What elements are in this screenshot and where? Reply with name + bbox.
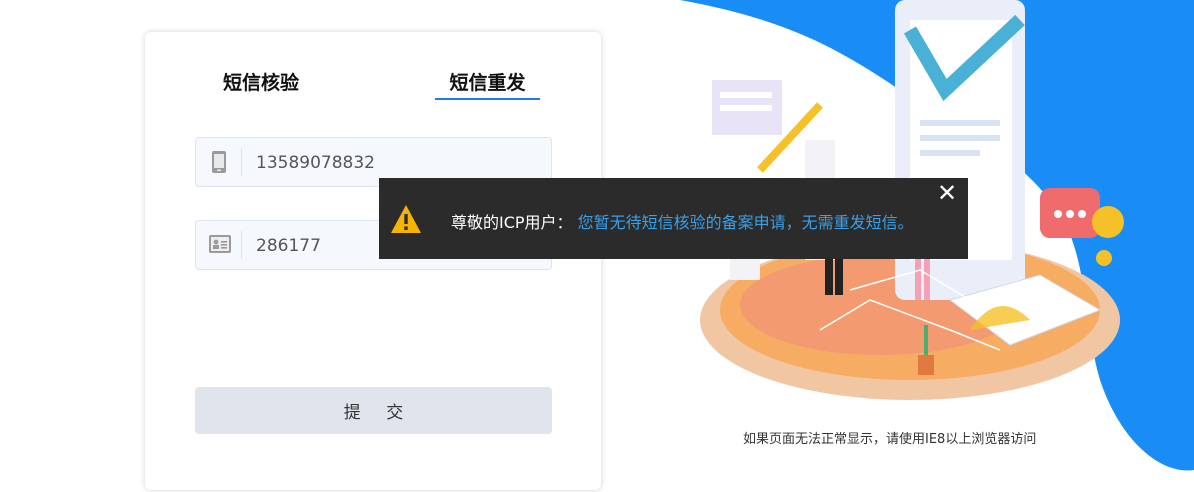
toast-lead: 尊敬的ICP用户：	[451, 213, 573, 232]
browser-hint: 如果页面无法正常显示，请使用IE8以上浏览器访问	[743, 432, 1037, 447]
toast-body: 您暂无待短信核验的备案申请，无需重发短信。	[577, 213, 914, 232]
tab-sms-verify[interactable]: 短信核验	[219, 68, 303, 95]
tab-sms-resend[interactable]: 短信重发	[435, 68, 540, 100]
toast-message: 尊敬的ICP用户： 您暂无待短信核验的备案申请，无需重发短信。	[451, 209, 914, 233]
close-icon[interactable]: ✕	[936, 181, 958, 205]
tab-sms-verify-label: 短信核验	[222, 72, 299, 94]
tab-sms-resend-label: 短信重发	[449, 72, 526, 94]
mobile-phone-icon	[196, 138, 242, 186]
sms-card: 短信核验 短信重发 提 交	[145, 32, 601, 490]
submit-button[interactable]: 提 交	[195, 387, 552, 434]
active-tab-underline	[435, 98, 540, 100]
toast-notification: 尊敬的ICP用户： 您暂无待短信核验的备案申请，无需重发短信。 ✕	[379, 178, 968, 259]
id-card-icon	[196, 221, 242, 269]
warning-icon	[391, 205, 421, 233]
